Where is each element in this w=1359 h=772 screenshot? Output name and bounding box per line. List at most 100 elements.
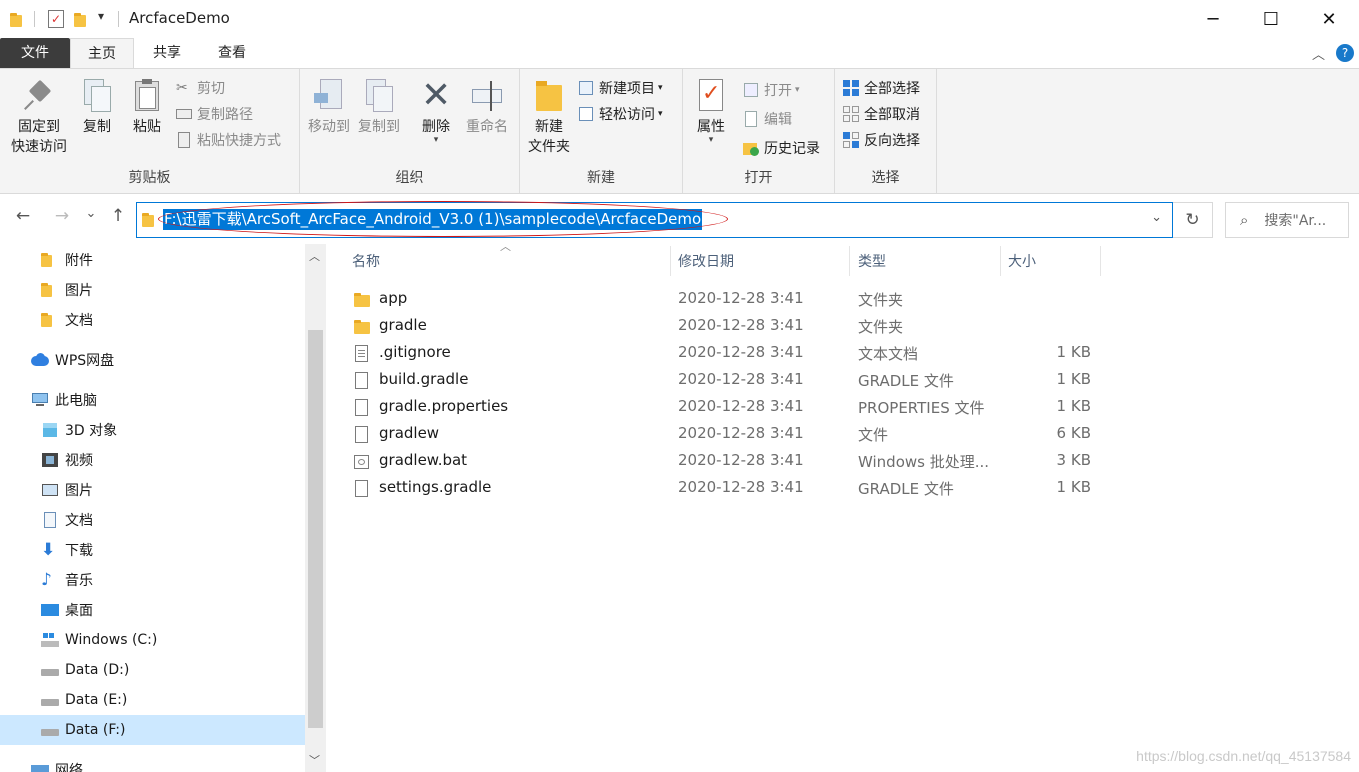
table-row[interactable]: gradlew 2020-12-28 3:41 文件 6 KB <box>340 421 1350 448</box>
back-button[interactable]: ← <box>11 206 35 232</box>
file-name: .gitignore <box>379 343 451 361</box>
edit-button[interactable]: 编辑 <box>743 108 792 130</box>
address-dropdown-icon[interactable]: ⌄ <box>1151 210 1162 225</box>
file-name: gradlew.bat <box>379 451 468 469</box>
sidebar-item-wps-cloud[interactable]: WPS网盘 <box>0 345 305 375</box>
column-divider[interactable] <box>849 246 850 276</box>
column-header-name[interactable]: 名称 <box>352 250 380 274</box>
forward-button[interactable]: → <box>50 206 74 232</box>
table-row[interactable]: .gitignore 2020-12-28 3:41 文本文档 1 KB <box>340 340 1350 367</box>
history-label: 历史记录 <box>764 141 820 157</box>
customize-toolbar-icon[interactable]: ▾ <box>98 9 104 23</box>
tab-view[interactable]: 查看 <box>202 38 262 68</box>
column-divider[interactable] <box>670 246 671 276</box>
table-row[interactable]: gradle.properties 2020-12-28 3:41 PROPER… <box>340 394 1350 421</box>
table-row[interactable]: settings.gradle 2020-12-28 3:41 GRADLE 文… <box>340 475 1350 502</box>
properties-icon: ✓ <box>696 79 726 113</box>
open-button[interactable]: 打开 ▾ <box>743 79 800 101</box>
new-item-icon <box>578 80 594 96</box>
paste-shortcut-button[interactable]: 粘贴快捷方式 <box>176 129 281 151</box>
copy-to-button[interactable]: 复制到 <box>354 79 404 137</box>
collapse-ribbon-icon[interactable]: ︿ <box>1312 44 1325 63</box>
copy-button[interactable]: 复制 <box>74 79 120 137</box>
scrollbar-thumb[interactable] <box>308 330 323 728</box>
minimize-button[interactable]: ─ <box>1184 0 1242 38</box>
help-icon[interactable]: ? <box>1336 44 1354 62</box>
table-row[interactable]: app 2020-12-28 3:41 文件夹 <box>340 286 1350 313</box>
sidebar-item-label: 图片 <box>65 483 93 499</box>
sidebar-item-documents-pc[interactable]: 文档 <box>0 505 305 535</box>
column-header-modified[interactable]: 修改日期 <box>678 250 734 274</box>
sidebar-item-network[interactable]: 网络 <box>0 755 305 772</box>
file-name: app <box>379 289 408 307</box>
delete-button[interactable]: ✕ 删除 ▾ <box>414 78 458 145</box>
scroll-up-icon[interactable]: ︿ <box>309 248 320 264</box>
sidebar-item-pictures-pc[interactable]: 图片 <box>0 475 305 505</box>
file-name: gradle.properties <box>379 397 509 415</box>
paste-button[interactable]: 粘贴 <box>124 79 170 137</box>
sidebar-item-3d-objects[interactable]: 3D 对象 <box>0 415 305 445</box>
table-row[interactable]: gradle 2020-12-28 3:41 文件夹 <box>340 313 1350 340</box>
column-header-type[interactable]: 类型 <box>858 250 886 274</box>
table-row[interactable]: build.gradle 2020-12-28 3:41 GRADLE 文件 1… <box>340 367 1350 394</box>
sidebar-item-attachments[interactable]: 附件 <box>0 245 305 275</box>
scroll-down-icon[interactable]: ﹀ <box>309 752 320 768</box>
sidebar-item-drive-d[interactable]: Data (D:) <box>0 655 305 685</box>
up-button[interactable]: ↑ <box>106 206 130 232</box>
sidebar-item-label: 视频 <box>65 453 93 469</box>
new-folder-button[interactable]: 新建 文件夹 <box>522 79 576 157</box>
sidebar-item-this-pc[interactable]: 此电脑 <box>0 385 305 415</box>
rename-button[interactable]: 重命名 <box>460 79 514 137</box>
sidebar-item-drive-f[interactable]: Data (F:) <box>0 715 305 745</box>
new-folder-label-1: 新建 <box>535 119 563 135</box>
file-type: 文本文档 <box>858 345 919 363</box>
file-type: GRADLE 文件 <box>858 480 954 498</box>
new-folder-icon[interactable] <box>74 11 90 27</box>
sidebar-item-music[interactable]: ♪ 音乐 <box>0 565 305 595</box>
toolbar-divider <box>118 11 119 27</box>
file-icon <box>354 399 370 417</box>
copy-label: 复制 <box>83 119 111 135</box>
file-size: 1 KB <box>1056 478 1091 496</box>
copy-path-icon <box>176 106 192 122</box>
properties-icon[interactable]: ✓ <box>48 10 64 28</box>
cut-button[interactable]: ✂ 剪切 <box>176 77 225 99</box>
sidebar-item-drive-c[interactable]: Windows (C:) <box>0 625 305 655</box>
move-to-button[interactable]: 移动到 <box>304 79 354 137</box>
select-none-button[interactable]: 全部取消 <box>843 103 920 125</box>
sidebar-item-videos[interactable]: 视频 <box>0 445 305 475</box>
new-item-button[interactable]: 新建项目 ▾ <box>578 77 663 99</box>
sidebar-item-pictures[interactable]: 图片 <box>0 275 305 305</box>
invert-selection-button[interactable]: 反向选择 <box>843 129 920 151</box>
recent-locations-button[interactable]: ⌄ <box>81 206 101 232</box>
easy-access-button[interactable]: 轻松访问 ▾ <box>578 103 663 125</box>
file-type: PROPERTIES 文件 <box>858 399 985 417</box>
refresh-button[interactable]: ↻ <box>1173 202 1213 238</box>
select-none-label: 全部取消 <box>864 107 920 123</box>
tab-home[interactable]: 主页 <box>70 38 134 69</box>
tab-share[interactable]: 共享 <box>138 38 196 68</box>
column-divider[interactable] <box>1000 246 1001 276</box>
history-button[interactable]: 历史记录 <box>743 137 820 159</box>
annotation-ellipse <box>158 201 728 237</box>
column-divider[interactable] <box>1100 246 1101 276</box>
copy-path-button[interactable]: 复制路径 <box>176 103 253 125</box>
sidebar-item-drive-e[interactable]: Data (E:) <box>0 685 305 715</box>
folder-icon <box>354 318 370 336</box>
sidebar-item-documents[interactable]: 文档 <box>0 305 305 335</box>
file-modified: 2020-12-28 3:41 <box>678 478 804 496</box>
file-type: Windows 批处理... <box>858 453 990 471</box>
search-box[interactable]: ⌕ 搜索"Ar... <box>1225 202 1349 238</box>
properties-button[interactable]: ✓ 属性 ▾ <box>689 79 733 145</box>
table-row[interactable]: gradlew.bat 2020-12-28 3:41 Windows 批处理.… <box>340 448 1350 475</box>
column-header-size[interactable]: 大小 <box>1008 250 1036 274</box>
sidebar-item-desktop[interactable]: 桌面 <box>0 595 305 625</box>
tab-file[interactable]: 文件 <box>0 38 70 68</box>
file-size: 3 KB <box>1056 451 1091 469</box>
select-all-button[interactable]: 全部选择 <box>843 77 920 99</box>
pin-quick-access-button[interactable]: 固定到 快速访问 <box>6 79 72 157</box>
close-button[interactable]: ✕ <box>1300 0 1358 38</box>
sidebar-item-downloads[interactable]: ⬇ 下载 <box>0 535 305 565</box>
maximize-button[interactable]: ☐ <box>1242 0 1300 38</box>
sidebar-item-label: 附件 <box>65 253 93 269</box>
